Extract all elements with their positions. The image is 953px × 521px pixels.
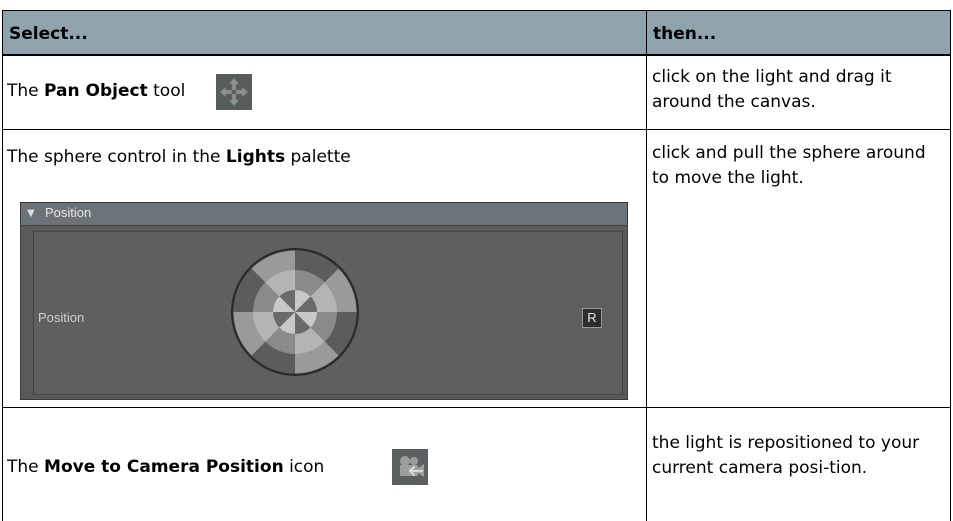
position-section-header[interactable]: ▼ Position bbox=[21, 203, 627, 226]
right-border bbox=[950, 10, 951, 521]
collapse-triangle-icon[interactable]: ▼ bbox=[27, 208, 35, 219]
palette-name: Lights bbox=[225, 147, 286, 167]
row-then-cell: the light is repositioned to your curren… bbox=[652, 433, 920, 478]
row-then-cell: click and pull the sphere around to move… bbox=[652, 143, 926, 188]
pan-move-icon bbox=[216, 74, 252, 110]
row-then-cell: click on the light and drag it around th… bbox=[652, 67, 892, 112]
row-divider bbox=[2, 129, 951, 130]
left-border bbox=[2, 10, 3, 521]
row-divider bbox=[2, 407, 951, 408]
light-position-sphere-control[interactable] bbox=[229, 246, 361, 382]
reset-position-button[interactable]: R bbox=[582, 308, 602, 328]
table-header: Select... then... bbox=[2, 10, 951, 56]
row-select-cell: The Move to Camera Position icon bbox=[7, 457, 325, 477]
instruction-table: Select... then... The Pan Object tool cl… bbox=[2, 10, 953, 521]
position-section-title: Position bbox=[45, 205, 92, 220]
header-then: then... bbox=[653, 24, 717, 44]
position-control-area: Position R bbox=[33, 231, 623, 395]
icon-name: Move to Camera Position bbox=[44, 457, 284, 477]
position-label: Position bbox=[38, 310, 85, 325]
move-to-camera-icon bbox=[392, 449, 428, 485]
row-select-cell: The Pan Object tool bbox=[7, 81, 186, 101]
row-divider bbox=[2, 54, 951, 55]
header-select: Select... bbox=[9, 24, 88, 44]
row-select-cell: The sphere control in the Lights palette bbox=[7, 147, 351, 167]
column-divider bbox=[646, 10, 647, 521]
tool-name: Pan Object bbox=[44, 81, 148, 101]
lights-palette-position-panel: ▼ Position Position R bbox=[20, 202, 628, 400]
